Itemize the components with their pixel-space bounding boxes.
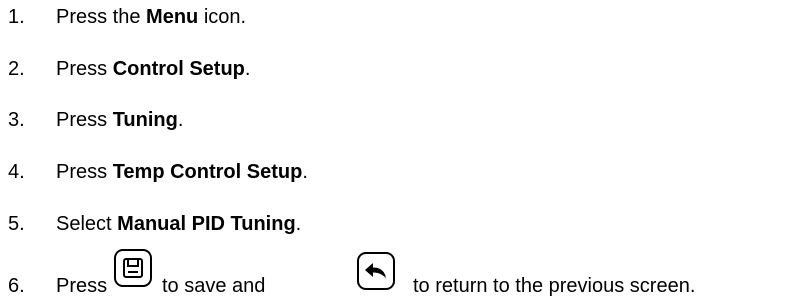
- step-text-end: icon.: [198, 6, 247, 28]
- step-number: 6.: [8, 275, 25, 297]
- step-text: Press: [56, 109, 113, 131]
- step-bold-term: Control Setup: [112, 58, 245, 80]
- step-number: 1.: [8, 6, 25, 28]
- save-button[interactable]: [114, 249, 152, 287]
- step-text: Press: [56, 275, 108, 297]
- step-3: 3. Press Tuning.: [8, 108, 183, 132]
- step-bold-term: Manual PID Tuning: [117, 213, 296, 235]
- step-text-end: .: [177, 109, 184, 131]
- step-bold-term: Tuning: [112, 109, 178, 131]
- return-arrow-icon: [365, 263, 386, 278]
- step-text-middle: to save and: [162, 275, 266, 297]
- step-text-end: .: [302, 161, 308, 183]
- step-text-end: to return to the previous screen.: [413, 275, 696, 297]
- step-text: Press: [56, 58, 113, 80]
- step-number: 2.: [8, 58, 25, 80]
- step-number: 3.: [8, 109, 25, 131]
- step-text: Select: [56, 213, 118, 235]
- step-2: 2. Press Control Setup.: [8, 57, 250, 81]
- step-text-end: .: [244, 58, 251, 80]
- step-number: 4.: [8, 161, 25, 183]
- step-number: 5.: [8, 213, 25, 235]
- step-4: 4. Press Temp Control Setup.: [8, 160, 308, 184]
- save-icon: [123, 258, 143, 278]
- step-text: Press: [56, 161, 113, 183]
- step-bold-term: Menu: [146, 6, 199, 28]
- step-1: 1. Press the Menu icon.: [8, 5, 246, 29]
- step-5: 5. Select Manual PID Tuning.: [8, 212, 301, 236]
- return-button[interactable]: [357, 252, 395, 290]
- step-text: Press the: [56, 6, 147, 28]
- step-bold-term: Temp Control Setup: [112, 161, 303, 183]
- step-text-end: .: [295, 213, 302, 235]
